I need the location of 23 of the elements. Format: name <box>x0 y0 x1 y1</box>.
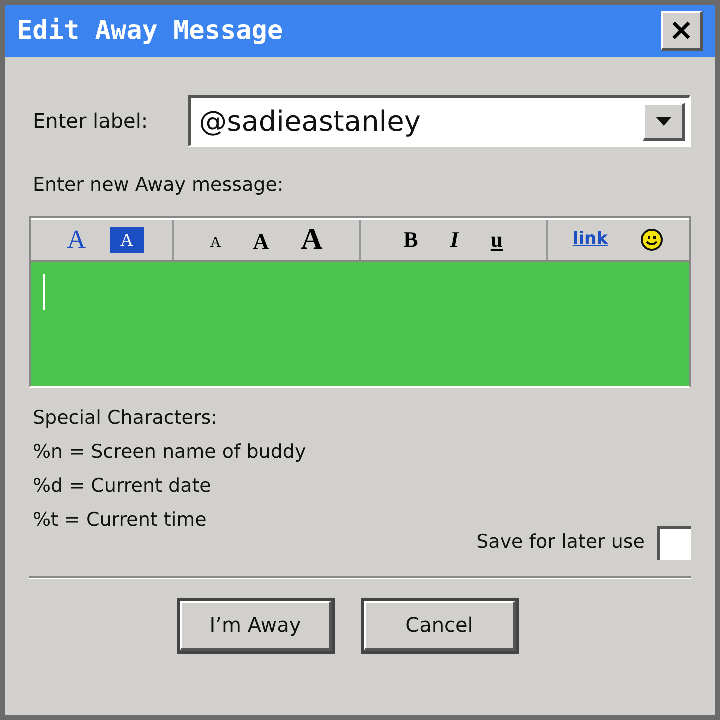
special-characters-text: %d = Current date <box>33 474 212 498</box>
message-caption: Enter new Away message: <box>33 173 285 198</box>
link-button[interactable]: link <box>564 231 616 248</box>
label-caption: Enter label: <box>33 108 148 135</box>
close-button[interactable]: × <box>661 11 703 51</box>
save-label: Save for later use <box>476 530 645 556</box>
large-text-button[interactable]: A <box>293 224 331 254</box>
small-text-button[interactable]: A <box>202 236 230 251</box>
special-characters-text: Special Characters: <box>33 406 219 430</box>
smiley-icon <box>640 228 664 252</box>
special-characters-text: %n = Screen name of buddy <box>33 440 308 464</box>
text-cursor-icon <box>43 274 45 310</box>
save-checkbox[interactable] <box>657 526 691 560</box>
background-color-button[interactable]: A <box>110 226 144 252</box>
text-color-button[interactable]: A <box>59 226 94 252</box>
medium-text-button[interactable]: A <box>245 230 278 252</box>
bold-button[interactable]: B <box>396 228 426 250</box>
special-characters-text: %t = Current time <box>33 508 208 532</box>
underline-button[interactable]: u <box>482 228 512 250</box>
message-field[interactable] <box>29 260 691 388</box>
label-dropdown[interactable]: @sadieastanley <box>188 95 691 147</box>
italic-button[interactable]: I <box>442 228 467 250</box>
window-title: Edit Away Message <box>17 14 284 48</box>
